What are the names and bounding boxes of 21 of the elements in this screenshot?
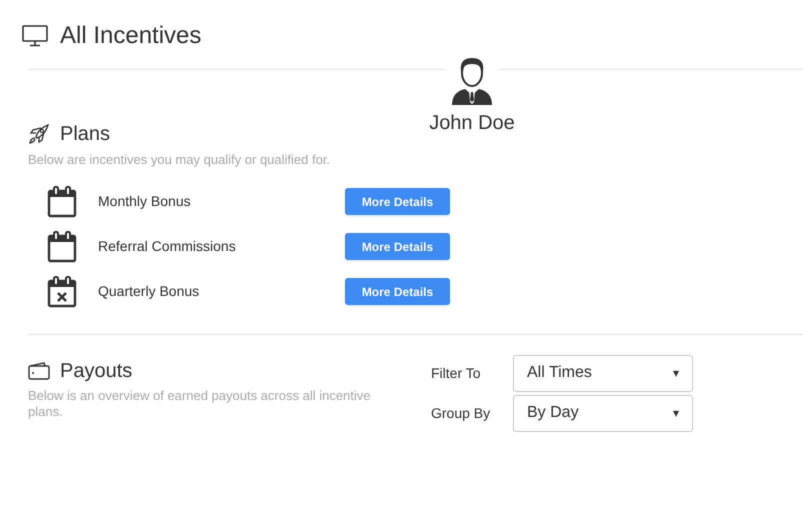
calendar-cross-icon (47, 276, 77, 308)
section-title: Plans (60, 122, 110, 146)
calendar-icon (47, 230, 77, 262)
more-details-button[interactable]: More Details (345, 278, 450, 305)
plan-name: Monthly Bonus (98, 192, 192, 211)
dropdown-select[interactable]: All Times ▾ (513, 354, 693, 392)
calendar-icon (47, 186, 77, 218)
more-details-button[interactable]: More Details (345, 188, 450, 215)
more-details-button[interactable]: More Details (345, 233, 450, 260)
plan-name: Quarterly Bonus (98, 282, 200, 301)
section-description: Below is an overview of earned payouts across all incentive plans. (28, 388, 372, 420)
section-title: Payouts (60, 358, 132, 382)
page-title: All Incentives (60, 22, 202, 50)
rocket-icon (28, 123, 50, 145)
wallet-icon (28, 362, 50, 380)
dropdown-select[interactable]: By Day ▾ (513, 394, 693, 432)
section-description: Below are incentives you may qualify or qualified for. (27, 151, 332, 169)
filter-label: Filter To (431, 364, 482, 382)
plan-name: Referral Commissions (98, 237, 237, 256)
filter-label: Group By (431, 404, 492, 423)
monitor-icon (22, 25, 48, 47)
